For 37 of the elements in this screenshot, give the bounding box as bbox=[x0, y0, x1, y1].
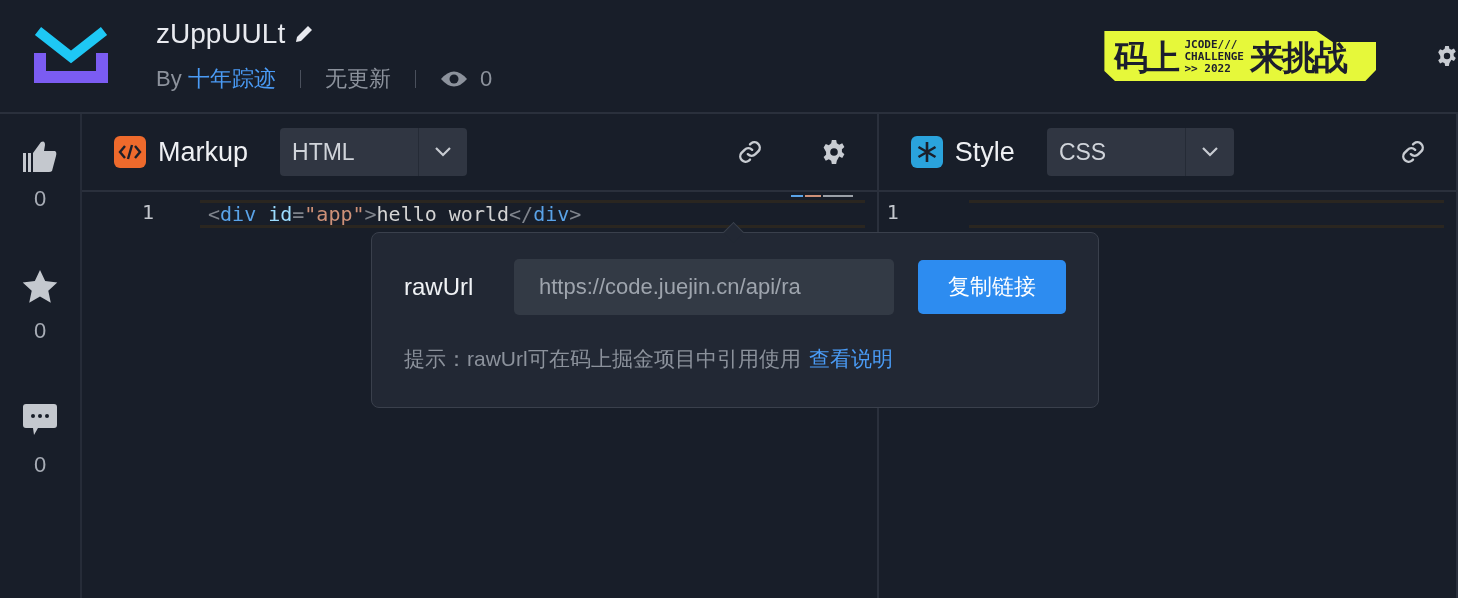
copy-link-button[interactable]: 复制链接 bbox=[918, 260, 1066, 314]
language-select[interactable]: HTML bbox=[280, 128, 468, 176]
badge-text: >> 2022 bbox=[1184, 63, 1232, 76]
star-icon[interactable] bbox=[22, 270, 58, 304]
line-number: 1 bbox=[885, 200, 900, 224]
author-link[interactable]: 十年踪迹 bbox=[187, 64, 276, 94]
by-label: By bbox=[156, 66, 182, 92]
code-icon bbox=[114, 136, 146, 168]
update-status: 无更新 bbox=[324, 65, 391, 93]
code-line: <div id="app">hello world</div> bbox=[200, 200, 865, 228]
chevron-down-icon bbox=[434, 146, 453, 158]
settings-icon[interactable] bbox=[1436, 43, 1458, 69]
badge-text: 来挑战 bbox=[1250, 40, 1346, 74]
language-select[interactable]: CSS bbox=[1046, 128, 1234, 176]
docs-link[interactable]: 查看说明 bbox=[808, 345, 893, 373]
count-label: 0 bbox=[33, 318, 47, 344]
count-label: 0 bbox=[33, 186, 47, 212]
thumbs-up-icon[interactable] bbox=[23, 140, 57, 172]
chevron-down-icon bbox=[1200, 146, 1219, 158]
badge-text: JCODE/// bbox=[1184, 38, 1239, 51]
hint-text: 提示：rawUrl可在码上掘金项目中引用使用 bbox=[404, 346, 801, 372]
panel-title: Style bbox=[954, 136, 1015, 168]
badge-text: CHALLENGE bbox=[1184, 50, 1244, 64]
link-icon[interactable] bbox=[1400, 139, 1426, 165]
view-count: 0 bbox=[480, 66, 493, 92]
url-field[interactable]: https://code.juejin.cn/api/ra bbox=[514, 259, 894, 315]
link-icon[interactable] bbox=[736, 139, 763, 165]
count-label: 0 bbox=[33, 452, 47, 478]
panel-title: Markup bbox=[158, 136, 249, 168]
line-number: 1 bbox=[140, 200, 155, 224]
raw-url-label: rawUrl bbox=[404, 273, 475, 301]
badge-text: 码上 bbox=[1114, 40, 1179, 74]
logo-icon bbox=[34, 27, 108, 85]
asterisk-icon bbox=[910, 136, 943, 168]
minimap-drawing bbox=[790, 194, 855, 198]
eye-icon bbox=[439, 70, 468, 88]
project-title: zUppUULt bbox=[156, 18, 286, 50]
